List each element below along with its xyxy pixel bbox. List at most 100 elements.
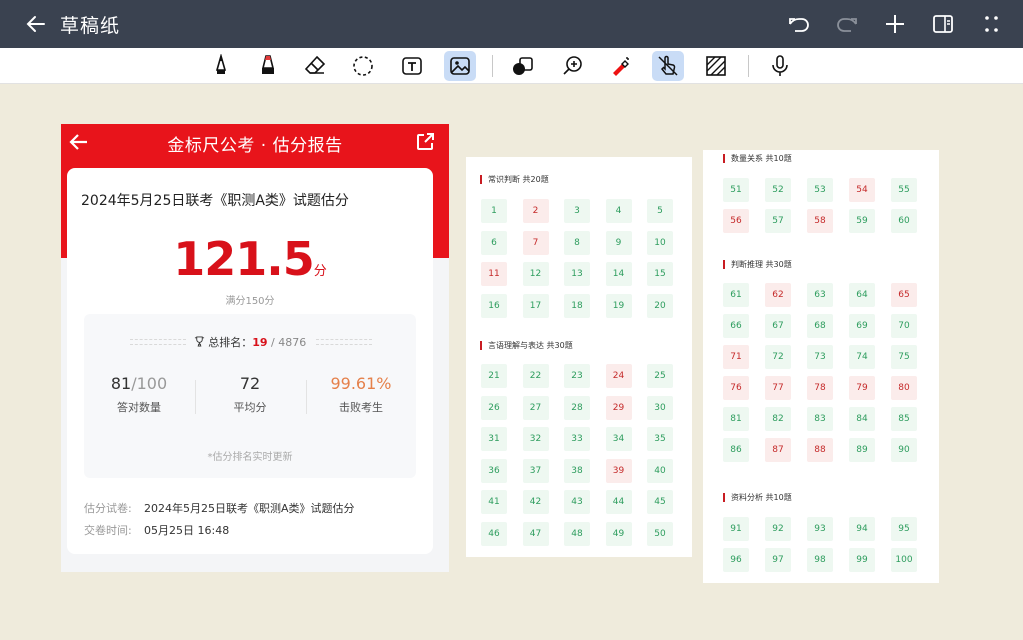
score-unit: 分 (313, 264, 327, 279)
question-cell-wrong: 39 (605, 458, 632, 483)
question-cell-correct: 93 (807, 517, 833, 541)
question-cell-correct: 82 (765, 407, 791, 431)
question-cell-correct: 100 (891, 548, 917, 572)
toolbar-divider (492, 55, 493, 77)
total-score: 121.5分 (67, 232, 433, 286)
section-title: 常识判断 共20题 (480, 175, 549, 184)
background-tool[interactable] (700, 51, 732, 81)
question-cell-correct: 66 (723, 314, 749, 338)
question-cell-correct: 31 (481, 427, 507, 451)
answer-sheet-image-2[interactable]: 数量关系 共10题 判断推理 共30题 资料分析 共10题 51 52 53 54 55… (703, 150, 939, 583)
question-cell-wrong: 65 (891, 283, 917, 307)
rank-update-note: *估分排名实时更新 (207, 452, 293, 463)
question-cell-correct: 8 (564, 230, 590, 255)
laser-tool[interactable] (604, 51, 636, 81)
app-bar: 草稿纸 (0, 0, 1023, 48)
undo-button[interactable] (777, 2, 821, 46)
text-tool[interactable] (396, 51, 428, 81)
marker-tool[interactable] (252, 51, 284, 81)
question-cell-wrong: 7 (522, 230, 549, 255)
rank-line: 总排名：19 / 4876 (84, 334, 416, 350)
rank-label: 总排名： (208, 336, 253, 349)
meta-key: 估分试卷: (84, 502, 132, 515)
side-panel-icon (933, 15, 953, 33)
text-box-icon (402, 57, 422, 75)
stat-label: 答对数量 (117, 401, 161, 414)
question-cell-correct: 48 (564, 521, 590, 546)
question-cell-correct: 85 (891, 407, 917, 431)
redo-button[interactable] (825, 2, 869, 46)
full-marks: 满分150分 (225, 296, 275, 307)
image-tool[interactable] (444, 51, 476, 81)
score-report-image[interactable]: 金标尺公考 · 估分报告 2024年5月25日联考《职测A类》试题估分 121.… (61, 124, 449, 572)
pen-tool[interactable] (205, 51, 237, 81)
question-cell-correct: 38 (564, 458, 590, 483)
question-cell-correct: 46 (481, 521, 507, 546)
stat-beat-percent: 99.61% 击败考生 (306, 374, 416, 415)
meta-value: 05月25日 16:48 (144, 524, 230, 537)
question-cell-correct: 53 (807, 178, 833, 202)
stat-value: 81 (110, 374, 132, 393)
question-cell-correct: 20 (647, 293, 673, 318)
lasso-icon (353, 56, 373, 76)
lasso-tool[interactable] (347, 51, 379, 81)
question-cell-correct: 55 (891, 178, 917, 202)
rank-total: / 4876 (271, 336, 307, 349)
eraser-tool[interactable] (299, 51, 331, 81)
question-cell-correct: 16 (481, 293, 507, 318)
question-cell-correct: 17 (522, 293, 549, 318)
question-cell-correct: 44 (605, 490, 632, 514)
question-cell-correct: 5 (647, 199, 673, 223)
question-cell-correct: 40 (647, 458, 673, 483)
question-cell-correct: 74 (849, 345, 875, 369)
section-title: 言语理解与表达 共30题 (480, 341, 573, 350)
hand-touch-icon (658, 55, 678, 76)
question-cell-correct: 12 (522, 262, 549, 286)
question-cell-correct: 64 (849, 283, 875, 307)
stat-label: 平均分 (233, 401, 267, 414)
question-cell-wrong: 88 (807, 438, 833, 462)
question-cell-correct: 72 (765, 345, 791, 369)
back-arrow-icon (26, 16, 45, 32)
back-button[interactable] (12, 0, 60, 48)
question-cell-correct: 27 (522, 395, 549, 420)
question-cell-correct: 57 (765, 209, 791, 233)
question-cell-correct: 97 (765, 548, 791, 572)
zoom-tool[interactable] (557, 51, 589, 81)
question-cell-correct: 73 (807, 345, 833, 369)
trophy-icon (194, 336, 204, 347)
answer-sheet-image-1[interactable]: 常识判断 共20题 言语理解与表达 共30题 1 2 3 4 5 6 7 8 9 10 11 12 13… (466, 157, 692, 557)
eraser-icon (304, 55, 326, 74)
question-cell-correct: 21 (481, 364, 507, 388)
rank-value: 19 (252, 336, 268, 349)
question-cell-wrong: 24 (605, 364, 632, 388)
question-cell-correct: 1 (481, 199, 507, 223)
question-cell-correct: 6 (481, 230, 507, 255)
meta-exam: 估分试卷: 2024年5月25日联考《职测A类》试题估分 (84, 500, 355, 516)
undo-icon (789, 18, 809, 32)
question-cell-correct: 15 (647, 262, 673, 286)
question-cell-correct: 98 (807, 548, 833, 572)
question-cell-correct: 91 (723, 517, 749, 541)
score-card: 2024年5月25日联考《职测A类》试题估分 121.5分 满分150分 总排名… (67, 168, 433, 554)
question-cell-wrong: 71 (723, 345, 749, 369)
question-cell-correct: 43 (564, 490, 590, 514)
mic-tool[interactable] (764, 51, 796, 81)
question-cell-correct: 36 (481, 458, 507, 483)
question-cell-wrong: 54 (849, 178, 875, 202)
meta-submit-time: 交卷时间: 05月25日 16:48 (84, 522, 229, 538)
question-cell-correct: 84 (849, 407, 875, 431)
side-panel-button[interactable] (921, 2, 965, 46)
touch-tool[interactable] (652, 51, 684, 81)
question-cell-correct: 68 (807, 314, 833, 338)
question-cell-correct: 92 (765, 517, 791, 541)
zoom-in-icon (563, 56, 582, 75)
add-page-button[interactable] (873, 2, 917, 46)
question-cell-correct: 37 (522, 458, 549, 483)
question-cell-correct: 96 (723, 548, 749, 572)
question-cell-wrong: 80 (891, 376, 917, 400)
pen-icon (215, 54, 227, 74)
shape-tool[interactable] (507, 51, 539, 81)
more-button[interactable] (969, 2, 1013, 46)
question-cell-correct: 89 (849, 438, 875, 462)
